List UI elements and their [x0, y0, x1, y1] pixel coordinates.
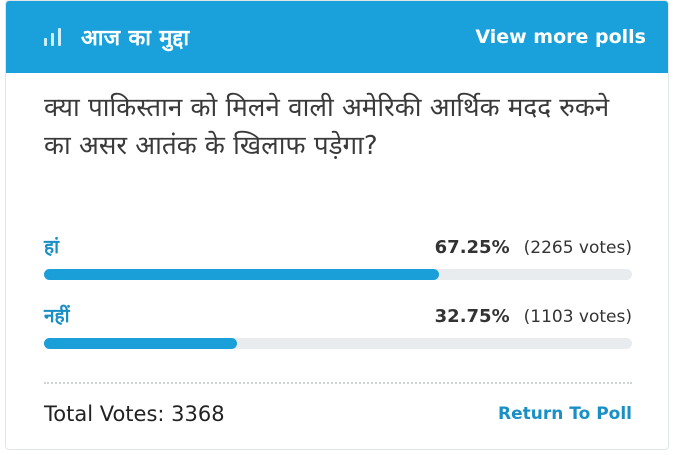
footer-divider — [44, 382, 632, 384]
option-votes: (2265 votes) — [523, 238, 632, 258]
poll-option-no: नहीं 32.75% (1103 votes) — [44, 302, 632, 349]
view-more-polls-link[interactable]: View more polls — [475, 26, 646, 48]
poll-footer: Total Votes: 3368 Return To Poll — [44, 396, 632, 432]
poll-option-yes: हां 67.25% (2265 votes) — [44, 233, 632, 280]
option-progress-fill — [44, 269, 440, 280]
poll-question: क्या पाकिस्तान को मिलने वाली अमेरिकी आर्… — [44, 93, 610, 161]
option-percent: 32.75% — [434, 306, 510, 327]
option-progress-track — [44, 269, 632, 280]
option-progress-track — [44, 338, 632, 349]
option-label: नहीं — [44, 305, 70, 327]
total-votes: Total Votes: 3368 — [44, 402, 225, 426]
return-to-poll-link[interactable]: Return To Poll — [498, 404, 632, 424]
poll-header: आज का मुद्दा View more polls — [6, 1, 668, 73]
poll-card: आज का मुद्दा View more polls क्या पाकिस्… — [5, 0, 669, 450]
option-label: हां — [44, 236, 60, 258]
option-votes: (1103 votes) — [523, 307, 632, 327]
option-percent: 67.25% — [434, 237, 510, 258]
option-progress-fill — [44, 338, 237, 349]
bar-chart-icon — [44, 28, 61, 46]
poll-title: आज का मुद्दा — [81, 26, 190, 51]
